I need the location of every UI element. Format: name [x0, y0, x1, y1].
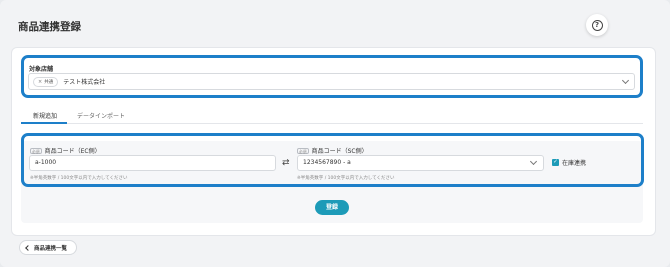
active-tab-indicator — [21, 122, 67, 124]
tab-new-add[interactable]: 新規追加 — [33, 111, 57, 120]
shuffle-icon: ⇄ — [282, 158, 290, 168]
tab-divider — [21, 123, 643, 124]
chip-label: 共通 — [44, 79, 54, 85]
chevron-down-icon[interactable] — [529, 157, 538, 166]
stock-sync-checkbox[interactable]: ✓ — [552, 159, 559, 166]
help-icon: ? — [591, 19, 603, 31]
chevron-left-icon — [25, 244, 31, 251]
ec-code-label-text: 商品コード（EC側） — [44, 148, 101, 155]
sc-code-hint: ※半角英数字 / 100文字以内で入力してください — [297, 176, 395, 181]
register-button[interactable]: 登録 — [315, 200, 349, 215]
page-title: 商品連携登録 — [18, 21, 81, 33]
ec-code-hint: ※半角英数字 / 100文字以内で入力してください — [30, 176, 128, 181]
stock-sync-label[interactable]: 在庫連携 — [562, 158, 586, 167]
sc-code-label-text: 商品コード（SC側） — [311, 148, 368, 155]
ec-code-label: 必須 商品コード（EC側） — [30, 146, 101, 155]
store-selected-value: テスト株式会社 — [63, 79, 106, 86]
required-tag: 必須 — [297, 147, 309, 154]
required-tag: 必須 — [30, 147, 42, 154]
sc-code-select[interactable]: 1234567890 - a — [297, 155, 544, 171]
store-chip[interactable]: × 共通 — [33, 76, 59, 87]
back-label: 商品連携一覧 — [34, 245, 68, 252]
help-button[interactable]: ? — [586, 14, 608, 36]
sc-code-value: 1234567890 - a — [303, 159, 351, 166]
ec-code-input[interactable]: a-1000 — [29, 155, 276, 171]
back-to-list-button[interactable]: 商品連携一覧 — [19, 240, 77, 255]
tab-data-import[interactable]: データインポート — [77, 111, 125, 120]
sc-code-label: 必須 商品コード（SC側） — [297, 146, 368, 155]
chevron-down-icon[interactable] — [621, 76, 630, 85]
chip-remove-icon[interactable]: × — [38, 79, 42, 85]
store-label: 対象店舗 — [29, 66, 54, 73]
store-select[interactable]: × 共通 テスト株式会社 — [28, 73, 635, 90]
